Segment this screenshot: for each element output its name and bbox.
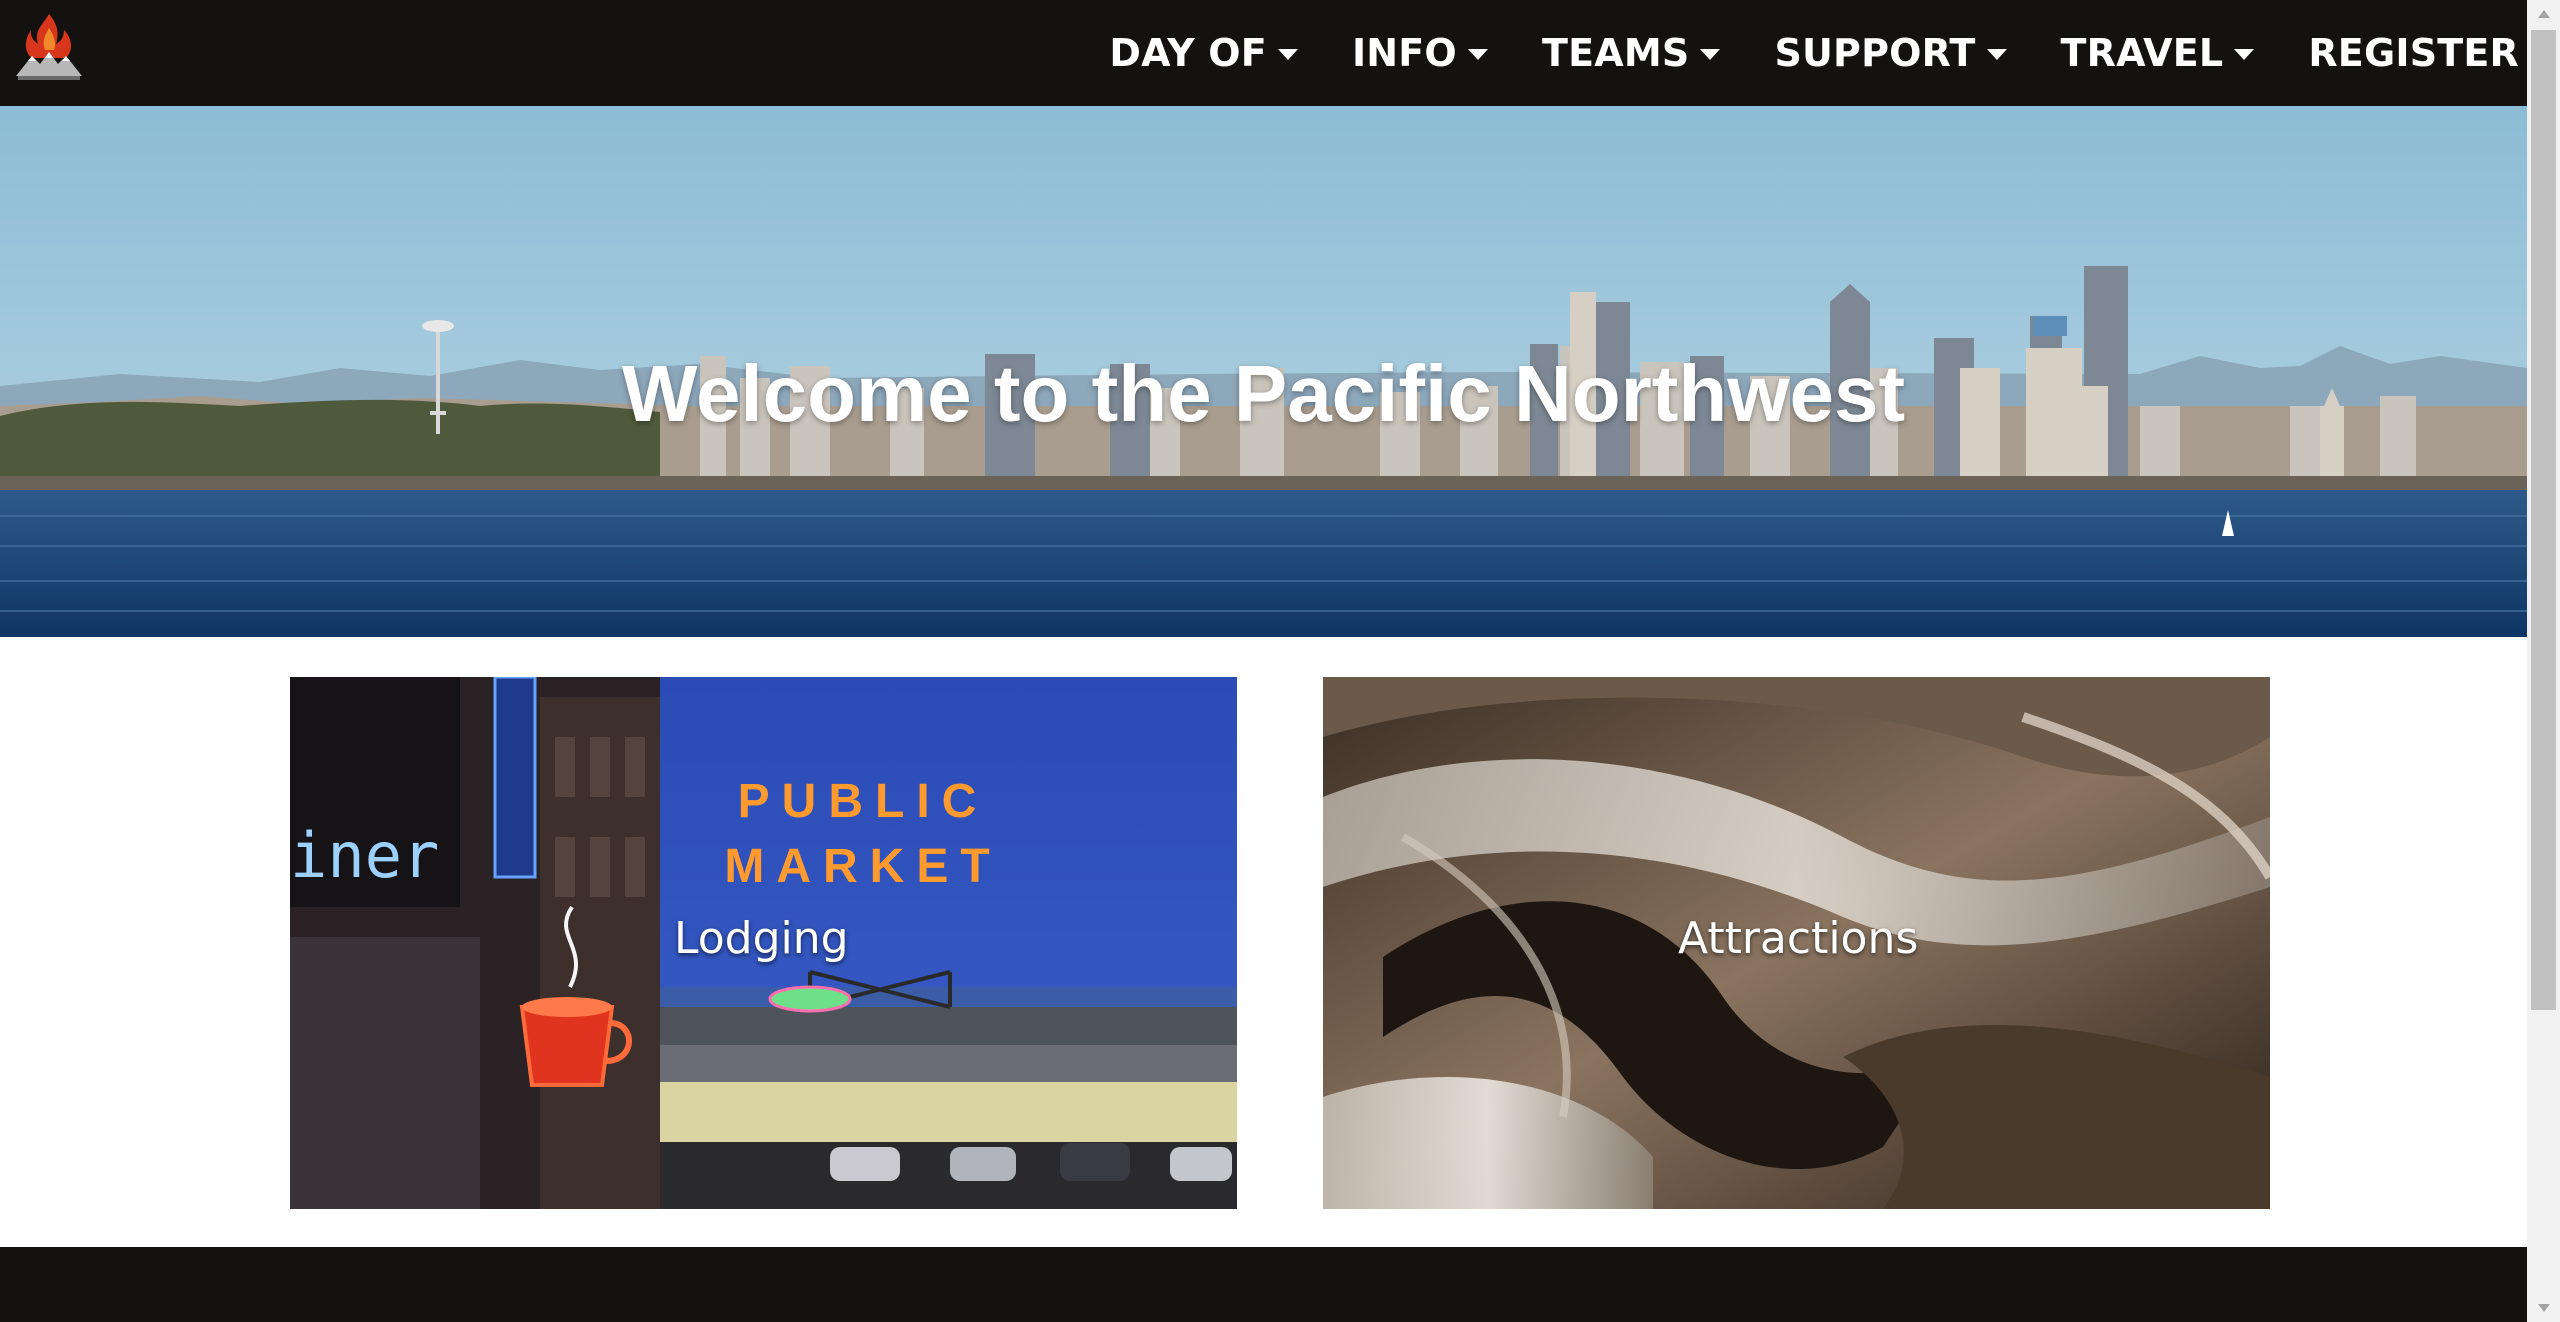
vertical-scrollbar[interactable] bbox=[2527, 0, 2560, 1322]
nav-item-support[interactable]: SUPPORT bbox=[1747, 31, 2033, 75]
nav-menu: DAY OF INFO TEAMS SUPPORT TRAVEL REGISTE… bbox=[1082, 0, 2519, 106]
nav-item-label: INFO bbox=[1351, 31, 1457, 75]
hero-title: Welcome to the Pacific Northwest bbox=[621, 349, 1906, 438]
svg-text:iner: iner bbox=[290, 819, 439, 892]
lodging-card[interactable]: PUBLIC MARKET iner Lodging bbox=[290, 677, 1237, 1209]
caret-down-icon bbox=[1700, 49, 1721, 60]
scroll-down-arrow-icon[interactable] bbox=[2538, 1304, 2550, 1312]
attractions-card[interactable]: Attractions bbox=[1323, 677, 2270, 1209]
caret-down-icon bbox=[1467, 49, 1488, 60]
nav-item-register[interactable]: REGISTER bbox=[2281, 31, 2519, 75]
nav-item-day-of[interactable]: DAY OF bbox=[1082, 31, 1325, 75]
flame-mountain-logo-icon[interactable] bbox=[12, 10, 86, 84]
hero-banner: Welcome to the Pacific Northwest bbox=[0, 106, 2527, 637]
scrollbar-thumb[interactable] bbox=[2531, 30, 2556, 1010]
nav-item-label: REGISTER bbox=[2308, 31, 2519, 75]
caret-down-icon bbox=[1986, 49, 2007, 60]
caret-down-icon bbox=[2234, 49, 2255, 60]
nav-item-travel[interactable]: TRAVEL bbox=[2034, 31, 2282, 75]
nav-item-label: SUPPORT bbox=[1774, 31, 1976, 75]
svg-text:PUBLIC: PUBLIC bbox=[738, 775, 989, 828]
svg-text:MARKET: MARKET bbox=[724, 840, 1001, 893]
caret-down-icon bbox=[1277, 49, 1298, 60]
attractions-card-label: Attractions bbox=[1678, 913, 1919, 964]
nav-item-info[interactable]: INFO bbox=[1325, 31, 1515, 75]
footer bbox=[0, 1247, 2527, 1322]
nav-item-label: TEAMS bbox=[1541, 31, 1690, 75]
scroll-up-arrow-icon[interactable] bbox=[2538, 10, 2550, 18]
nav-item-label: TRAVEL bbox=[2060, 31, 2224, 75]
top-navbar: DAY OF INFO TEAMS SUPPORT TRAVEL REGISTE… bbox=[0, 0, 2527, 106]
nav-item-label: DAY OF bbox=[1109, 31, 1267, 75]
lodging-card-label: Lodging bbox=[674, 913, 849, 964]
nav-item-teams[interactable]: TEAMS bbox=[1515, 31, 1747, 75]
